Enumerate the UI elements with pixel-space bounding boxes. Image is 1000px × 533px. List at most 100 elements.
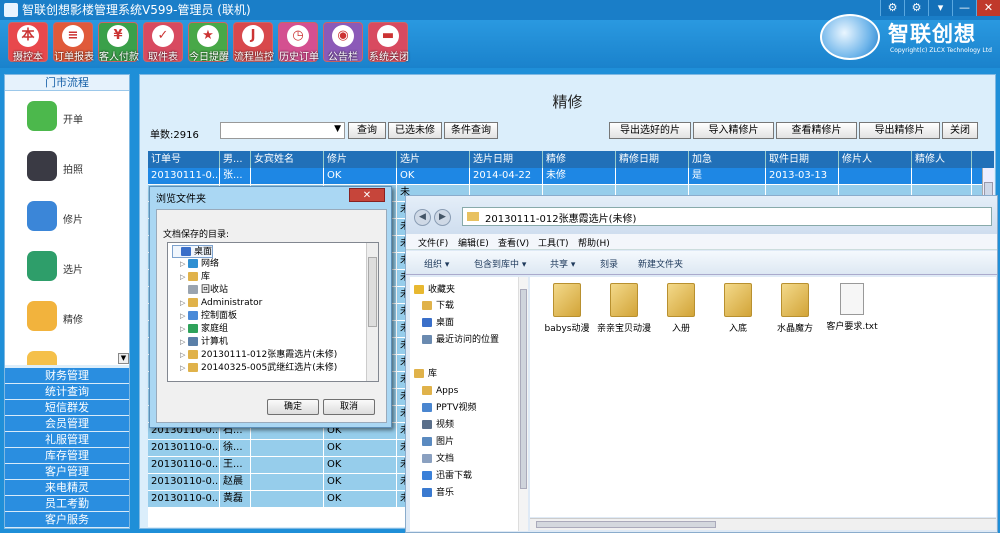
menu-item[interactable]: 帮助(H) [578,236,610,249]
nav-item[interactable]: 下载 [422,299,454,313]
file-item[interactable]: 客户要求.txt [823,283,881,332]
nav-item[interactable]: 视频 [422,418,454,432]
flow-item[interactable] [27,351,127,365]
report-button[interactable]: ≡ 订单报表 [53,22,94,63]
tree-scrollbar[interactable] [366,243,378,381]
tree-node[interactable]: ▷ 计算机 [180,336,228,349]
expand-icon[interactable]: ▷ [180,271,188,284]
column-header[interactable]: 选片 [397,151,470,168]
tree-node[interactable]: 回收站 [180,284,228,297]
expand-icon[interactable]: ▷ [180,258,188,271]
file-list-scrollbar[interactable] [530,518,996,530]
flow-item[interactable]: 修片 [27,201,127,241]
file-item[interactable]: 入册 [652,283,710,334]
command-button[interactable]: 组织 ▾ [424,257,449,270]
column-header[interactable]: 精修人 [912,151,972,168]
dialog-close-button[interactable]: ✕ [349,188,385,202]
file-item[interactable]: 水晶魔方 [766,283,824,334]
import-retouched-button[interactable]: 导入精修片 [693,122,774,139]
expand-icon[interactable]: ▷ [180,362,188,375]
ok-button[interactable]: 确定 [267,399,319,415]
flow-item[interactable]: 选片 [27,251,127,291]
notice-button[interactable]: ◉ 公告栏 [323,22,363,63]
column-header[interactable]: 女宾姓名 [251,151,324,168]
sidebar-menu-item[interactable]: 短信群发 [5,400,129,416]
history-button[interactable]: ◷ 历史订单 [278,22,319,63]
selected-unretouched-button[interactable]: 已选未修 [388,122,442,139]
sidebar-menu-item[interactable]: 会员管理 [5,416,129,432]
column-header[interactable]: 修片人 [839,151,912,168]
column-header[interactable]: 订单号 [148,151,220,168]
condition-query-button[interactable]: 条件查询 [444,122,498,139]
flow-item[interactable]: 开单 [27,101,127,141]
nav-item[interactable]: 桌面 [422,316,454,330]
view-retouched-button[interactable]: 查看精修片 [776,122,857,139]
flow-item[interactable]: 拍照 [27,151,127,191]
tree-node[interactable]: ▷ Administrator [180,297,262,310]
nav-item[interactable]: PPTV视频 [422,401,477,415]
column-header[interactable]: 精修日期 [616,151,689,168]
expand-icon[interactable]: ▷ [180,297,188,310]
nav-item[interactable]: 库 [414,367,437,381]
nav-scroll-thumb[interactable] [520,289,527,489]
tree-node[interactable]: ▷ 网络 [180,258,219,271]
tree-scroll-thumb[interactable] [368,257,377,327]
hscroll-thumb[interactable] [536,521,716,528]
sidebar-menu-item[interactable]: 财务管理 [5,368,129,384]
nav-item[interactable]: 文档 [422,452,454,466]
filter-dropdown[interactable]: ▼ [220,122,345,139]
column-header[interactable]: 加急 [689,151,766,168]
address-field[interactable]: 20130111-012张惠霞选片(未修) [462,207,992,226]
query-button[interactable]: 查询 [348,122,386,139]
nav-item[interactable]: 最近访问的位置 [422,333,499,347]
nav-item[interactable]: 图片 [422,435,454,449]
tree-node[interactable]: ▷ 库 [180,271,210,284]
command-button[interactable]: 新建文件夹 [638,257,683,270]
flow-item[interactable]: 精修 [27,301,127,341]
expand-icon[interactable]: ▷ [180,310,188,323]
forward-icon[interactable]: ▶ [434,209,451,226]
tree-node[interactable]: ▷ 20130111-012张惠霞选片(未修) [180,349,337,362]
sidebar-menu-item[interactable]: 员工考勤 [5,496,129,512]
export-selected-button[interactable]: 导出选好的片 [609,122,691,139]
menu-item[interactable]: 工具(T) [538,236,569,249]
column-header[interactable]: 选片日期 [470,151,543,168]
table-row[interactable]: 20130111-0... 张... OK OK 2014-04-22 未修是 2013-0… [148,168,982,185]
payment-button[interactable]: ¥ 客人付款 [98,22,139,63]
nav-item[interactable]: 音乐 [422,486,454,500]
export-retouched-button[interactable]: 导出精修片 [859,122,940,139]
sidebar-menu-item[interactable]: 客户服务 [5,512,129,528]
sidebar-menu-item[interactable]: 统计查询 [5,384,129,400]
nav-scrollbar[interactable] [518,277,528,531]
column-header[interactable]: 修片 [324,151,397,168]
command-button[interactable]: 包含到库中 ▾ [474,257,526,270]
tree-node[interactable]: ▷ 家庭组 [180,323,228,336]
command-button[interactable]: 刻录 [600,257,618,270]
nav-item[interactable]: 迅雷下载 [422,469,472,483]
nav-item[interactable]: 收藏夹 [414,283,455,297]
expand-icon[interactable]: ▷ [180,349,188,362]
tree-node[interactable]: ▷ 控制面板 [180,310,237,323]
menu-item[interactable]: 查看(V) [498,236,529,249]
sidebar-menu-item[interactable]: 礼服管理 [5,432,129,448]
column-header[interactable]: 精修 [543,151,616,168]
file-item[interactable]: 入底 [709,283,767,334]
close-panel-button[interactable]: 关闭 [942,122,978,139]
expand-icon[interactable]: ▷ [180,323,188,336]
monitor-button[interactable]: J 流程监控 [233,22,274,63]
file-item[interactable]: babys动漫 [538,283,596,334]
column-header[interactable]: 取件日期 [766,151,839,168]
sidebar-menu-item[interactable]: 来电精灵 [5,480,129,496]
pickup-button[interactable]: ✓ 取件表 [143,22,183,63]
sidebar-scroll-down-icon[interactable]: ▼ [118,353,129,364]
tree-node[interactable]: 桌面 [172,245,214,258]
cancel-button[interactable]: 取消 [323,399,375,415]
nav-item[interactable]: Apps [422,384,458,398]
menu-item[interactable]: 文件(F) [418,236,448,249]
reminder-button[interactable]: ★ 今日提醒 [188,22,229,63]
file-item[interactable]: 亲亲宝贝动漫 [595,283,653,334]
menu-item[interactable]: 编辑(E) [458,236,489,249]
command-button[interactable]: 共享 ▾ [550,257,575,270]
back-icon[interactable]: ◀ [414,209,431,226]
sidebar-menu-item[interactable]: 库存管理 [5,448,129,464]
